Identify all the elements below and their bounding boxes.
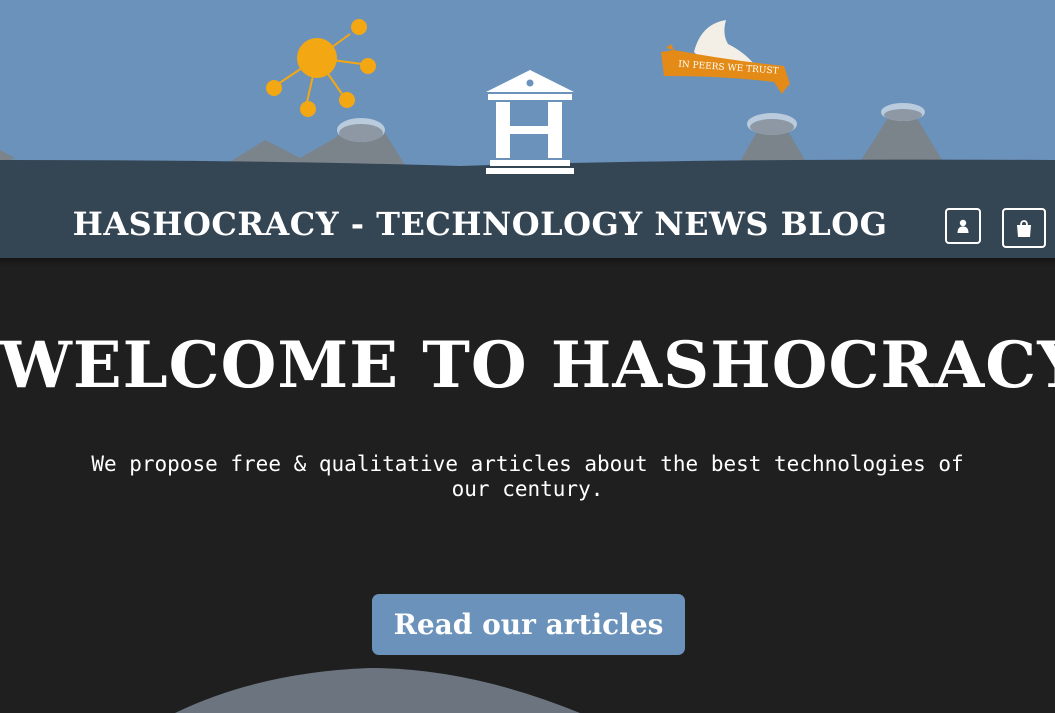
bottom-hill-decoration xyxy=(175,668,580,713)
header-shadow xyxy=(0,258,1055,266)
site-title[interactable]: HASHOCRACY - TECHNOLOGY NEWS BLOG xyxy=(0,205,960,243)
shopping-bag-icon xyxy=(1017,219,1031,237)
mountains xyxy=(0,103,945,165)
hero-title: WELCOME TO HASHOCRACY xyxy=(0,328,1055,403)
site-header: IN PEERS WE TRUST HASHOCRACY - TECHNOLOG… xyxy=(0,0,1055,258)
temple-logo-icon xyxy=(486,70,574,174)
user-icon xyxy=(957,219,969,233)
dove-banner-logo: IN PEERS WE TRUST xyxy=(661,20,790,94)
read-articles-button[interactable]: Read our articles xyxy=(372,594,685,655)
network-sun-icon xyxy=(266,19,376,117)
cart-button[interactable] xyxy=(1002,208,1046,248)
account-button[interactable] xyxy=(945,208,981,244)
hero-subtitle: We propose free & qualitative articles a… xyxy=(91,452,964,501)
